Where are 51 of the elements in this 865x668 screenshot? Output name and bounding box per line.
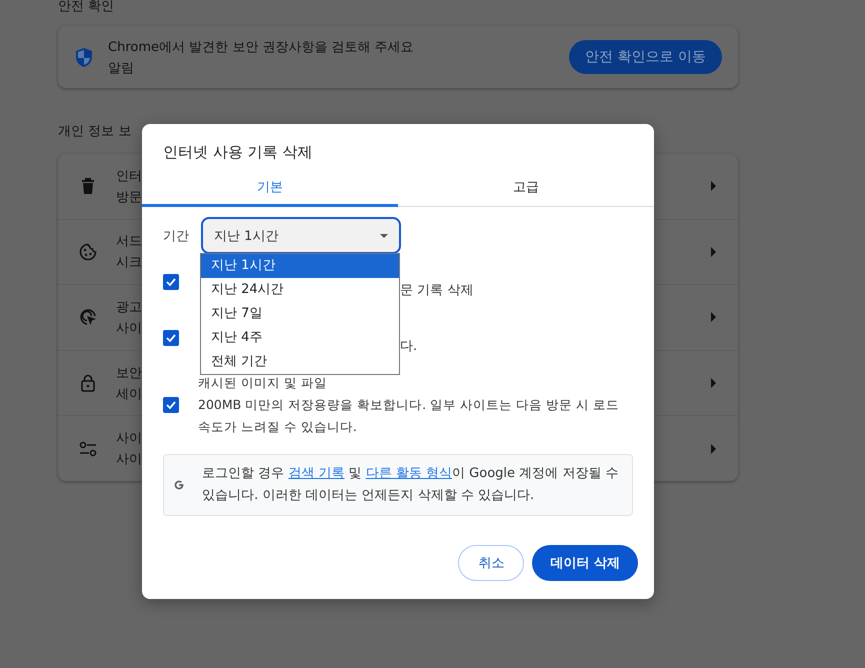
dropdown-option[interactable]: 지난 7일	[201, 302, 399, 326]
checkmark-icon	[166, 334, 176, 342]
checkbox-description: 다.	[400, 338, 418, 356]
setting-title: 사이	[116, 430, 142, 448]
info-link[interactable]: 다른 활동 형식	[366, 466, 452, 481]
safety-check-button[interactable]: 안전 확인으로 이동	[569, 40, 722, 74]
arrow-icon[interactable]	[711, 378, 716, 388]
checkbox[interactable]	[163, 397, 179, 413]
setting-subtitle: 세이	[116, 386, 142, 403]
delete-data-button[interactable]: 데이터 삭제	[532, 545, 638, 581]
section-title: 안전 확인	[58, 0, 116, 14]
period-label: 기간	[163, 228, 189, 244]
shield-icon	[76, 48, 92, 66]
tab[interactable]: 기본	[142, 170, 398, 207]
target-cursor-icon	[79, 308, 97, 326]
setting-subtitle: 시크	[116, 254, 142, 272]
sliders-icon	[79, 440, 97, 457]
setting-title: 서드	[116, 233, 142, 250]
arrow-icon[interactable]	[711, 312, 716, 322]
lock-icon	[81, 374, 95, 392]
checkmark-icon	[166, 278, 176, 286]
checkbox[interactable]	[163, 330, 179, 346]
section-title: 개인 정보 보	[58, 123, 132, 140]
trash-icon	[81, 178, 95, 194]
arrow-icon[interactable]	[711, 444, 716, 454]
arrow-icon[interactable]	[711, 181, 716, 192]
cookie-icon	[79, 242, 97, 261]
info-link[interactable]: 검색 기록	[288, 466, 344, 481]
dropdown-option[interactable]: 전체 기간	[201, 350, 399, 374]
setting-title: 인터	[116, 168, 142, 185]
dialog-title: 인터넷 사용 기록 삭제	[162, 142, 314, 163]
info-text: 로그인할 경우 검색 기록 및 다른 활동 형식 이 Google 계정에 저장될 수 있습니다. 이러한 데이터는 언제든지 삭제할 수 있습니다.	[202, 465, 620, 505]
dropdown-option[interactable]: 지난 24시간	[201, 278, 399, 302]
checkmark-icon	[166, 401, 176, 409]
setting-title: 광고	[116, 298, 142, 316]
arrow-icon[interactable]	[711, 246, 716, 257]
checkbox-description: 200MB 미만의 저장용량을 확보합니다. 일부 사이트는 다음 방문 시 로드 속도가 느려질 수 있습니다.	[198, 396, 620, 436]
checkbox-title: 캐시된 이미지 및 파일	[198, 374, 328, 392]
checkbox-description: 문 기록 삭제	[400, 282, 474, 300]
tab[interactable]: 고급	[398, 170, 654, 207]
safety-message: Chrome에서 발견한 보안 권장사항을 검토해 주세요	[108, 38, 415, 56]
setting-subtitle: 사이	[116, 451, 142, 468]
safety-subtitle: 알림	[108, 60, 135, 76]
setting-title: 보안	[116, 364, 142, 382]
dropdown-option[interactable]: 지난 1시간	[201, 254, 399, 278]
setting-subtitle: 방문	[116, 188, 142, 206]
setting-subtitle: 사이	[116, 320, 142, 337]
dropdown-option[interactable]: 지난 4주	[201, 326, 399, 350]
cancel-button[interactable]: 취소	[458, 545, 524, 581]
checkbox[interactable]	[163, 274, 179, 290]
period-dropdown[interactable]: 지난 1시간	[201, 217, 401, 254]
